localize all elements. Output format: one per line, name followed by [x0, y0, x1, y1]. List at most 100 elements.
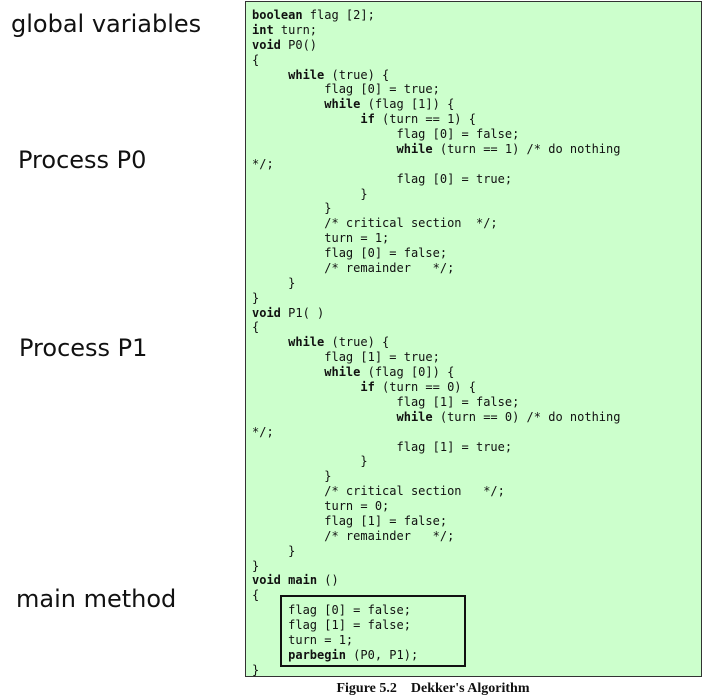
code-text: }: [252, 454, 368, 469]
code-line: while (turn == 0) /* do nothing: [252, 409, 621, 424]
code-text: (turn == 1) /* do nothing: [432, 141, 621, 156]
code-text: flag [1] = true;: [252, 350, 440, 365]
code-text: }: [252, 469, 332, 484]
label-global-variables: global variables: [11, 10, 202, 38]
code-keyword: while: [288, 67, 325, 82]
code-text: }: [252, 662, 260, 677]
code-line: while (true) {: [252, 68, 389, 82]
code-text: /* critical section */;: [252, 484, 505, 499]
code-keyword: int: [252, 22, 274, 37]
code-keyword: while: [324, 365, 361, 380]
code-keyword: void: [252, 573, 281, 588]
code-text: flag [0] = false;: [252, 127, 520, 142]
code-text: (flag [1]) {: [360, 97, 455, 112]
code-text: /* remainder */;: [252, 260, 455, 275]
figure-caption: Figure 5.2 Dekker's Algorithm: [336, 681, 530, 696]
code-text: flag [1] = false;: [252, 513, 448, 528]
code-text: flag [0] = false;: [252, 603, 411, 618]
code-line: flag [0] = true;: [252, 172, 512, 186]
code-keyword: while: [288, 335, 325, 350]
code-text: turn = 0;: [252, 499, 390, 514]
code-line: }: [252, 559, 259, 573]
code-keyword: if: [360, 380, 375, 394]
code-text: }: [252, 558, 260, 573]
code-text: {: [252, 320, 260, 335]
code-line: turn = 1;: [252, 231, 389, 245]
code-text: (turn == 1) {: [374, 112, 476, 127]
code-keyword: parbegin: [288, 647, 346, 662]
code-text: (true) {: [324, 67, 390, 82]
code-keyword: while: [396, 409, 433, 424]
label-process-p0: Process P0: [18, 146, 147, 174]
code-text: /* critical section */;: [252, 216, 498, 231]
code-text: }: [252, 290, 260, 305]
code-line: flag [1] = true;: [252, 350, 440, 364]
code-line: {: [252, 53, 259, 67]
code-line: }: [252, 291, 259, 305]
code-text: {: [252, 52, 260, 67]
code-line: while (true) {: [252, 335, 389, 349]
code-keyword: void: [252, 37, 281, 52]
code-text: {: [252, 588, 260, 603]
code-text: P1( ): [280, 305, 325, 320]
code-text: }: [252, 201, 332, 216]
code-line: turn = 0;: [252, 499, 389, 513]
code-line: {: [252, 588, 259, 602]
code-text: P0(): [280, 37, 318, 52]
code-text: flag [0] = false;: [252, 246, 448, 261]
code-line: }: [252, 186, 368, 201]
code-line: flag [1] = false;: [252, 618, 411, 632]
code-line: /* critical section */;: [252, 484, 505, 498]
code-line: flag [0] = false;: [252, 127, 519, 141]
code-text: (flag [0]) {: [360, 365, 455, 380]
code-line: if (turn == 1) {: [252, 112, 476, 126]
code-line: parbegin (P0, P1);: [252, 648, 418, 662]
code-line: while (flag [1]) {: [252, 97, 454, 111]
code-line: flag [1] = false;: [252, 395, 519, 409]
code-line: flag [0] = true;: [252, 82, 440, 96]
code-text: turn = 1;: [252, 231, 390, 246]
code-line: int turn;: [252, 23, 317, 37]
code-line: }: [252, 544, 295, 558]
code-text: */;: [252, 424, 274, 439]
code-line: while (flag [0]) {: [252, 365, 454, 379]
code-line: turn = 1;: [252, 633, 353, 647]
code-text: (turn == 0) {: [374, 380, 476, 394]
code-text: }: [252, 275, 296, 290]
code-line: flag [0] = false;: [252, 603, 411, 617]
code-line: }: [252, 201, 331, 215]
code-line: flag [1] = true;: [252, 440, 512, 454]
code-keyword: while: [396, 141, 433, 156]
code-line: void main (): [252, 573, 339, 587]
code-text: turn;: [273, 22, 318, 37]
code-text: }: [252, 186, 368, 201]
code-line: }: [252, 663, 259, 677]
code-text: */;: [252, 156, 274, 171]
code-line: if (turn == 0) {: [252, 380, 476, 394]
code-text: (): [317, 573, 339, 588]
code-text: flag [2];: [302, 8, 375, 22]
code-line: flag [1] = false;: [252, 514, 447, 528]
code-line: /* remainder */;: [252, 261, 454, 275]
code-text: (P0, P1);: [345, 647, 419, 662]
label-main-method: main method: [16, 585, 177, 613]
code-line: }: [252, 469, 331, 483]
code-text: flag [1] = true;: [252, 439, 513, 454]
code-text: flag [0] = true;: [252, 171, 513, 186]
code-text: turn = 1;: [252, 632, 354, 647]
code-line: while (turn == 1) /* do nothing: [252, 141, 621, 156]
code-line: flag [0] = false;: [252, 246, 447, 260]
code-text: flag [1] = false;: [252, 618, 411, 633]
code-text: (turn == 0) /* do nothing: [432, 409, 621, 424]
code-keyword: void: [252, 305, 281, 320]
code-text: (true) {: [324, 335, 390, 350]
code-keyword: boolean: [252, 8, 303, 22]
code-listing-panel: boolean flag [2]; int turn; void P0(){ whi…: [245, 1, 702, 677]
code-line: boolean flag [2];: [252, 8, 375, 22]
code-line: {: [252, 320, 259, 334]
